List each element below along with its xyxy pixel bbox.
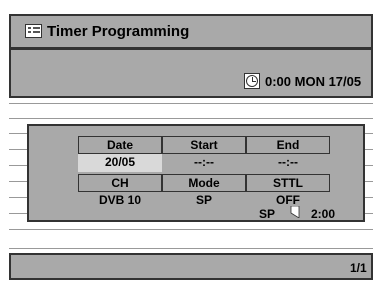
mode-field[interactable]: SP [162, 192, 246, 210]
remaining-duration: 2:00 [310, 207, 336, 221]
page-title: Timer Programming [47, 23, 190, 40]
list-divider [9, 118, 373, 119]
start-field[interactable]: --:-- [162, 154, 246, 172]
date-field[interactable]: 20/05 [78, 154, 162, 172]
footer-bar [9, 253, 373, 280]
date-header: Date [78, 136, 162, 154]
page-indicator: 1/1 [350, 261, 367, 275]
clock-bar [9, 48, 373, 98]
list-divider [9, 248, 373, 249]
end-header: End [246, 136, 330, 154]
disc-remaining-icon [290, 206, 300, 218]
timer-list-icon [25, 24, 42, 38]
mode-header: Mode [162, 174, 246, 192]
ch-header: CH [78, 174, 162, 192]
list-divider [9, 229, 373, 230]
timer-entry-panel[interactable]: Date Start End 20/05 --:-- --:-- CH Mode… [27, 124, 365, 222]
channel-field[interactable]: DVB 10 [78, 192, 162, 210]
remaining-mode: SP [258, 207, 275, 221]
current-time: 0:00 MON 17/05 [265, 74, 362, 89]
end-field[interactable]: --:-- [246, 154, 330, 172]
sttl-header: STTL [246, 174, 330, 192]
clock-icon [244, 73, 260, 89]
start-header: Start [162, 136, 246, 154]
list-divider [9, 103, 373, 104]
